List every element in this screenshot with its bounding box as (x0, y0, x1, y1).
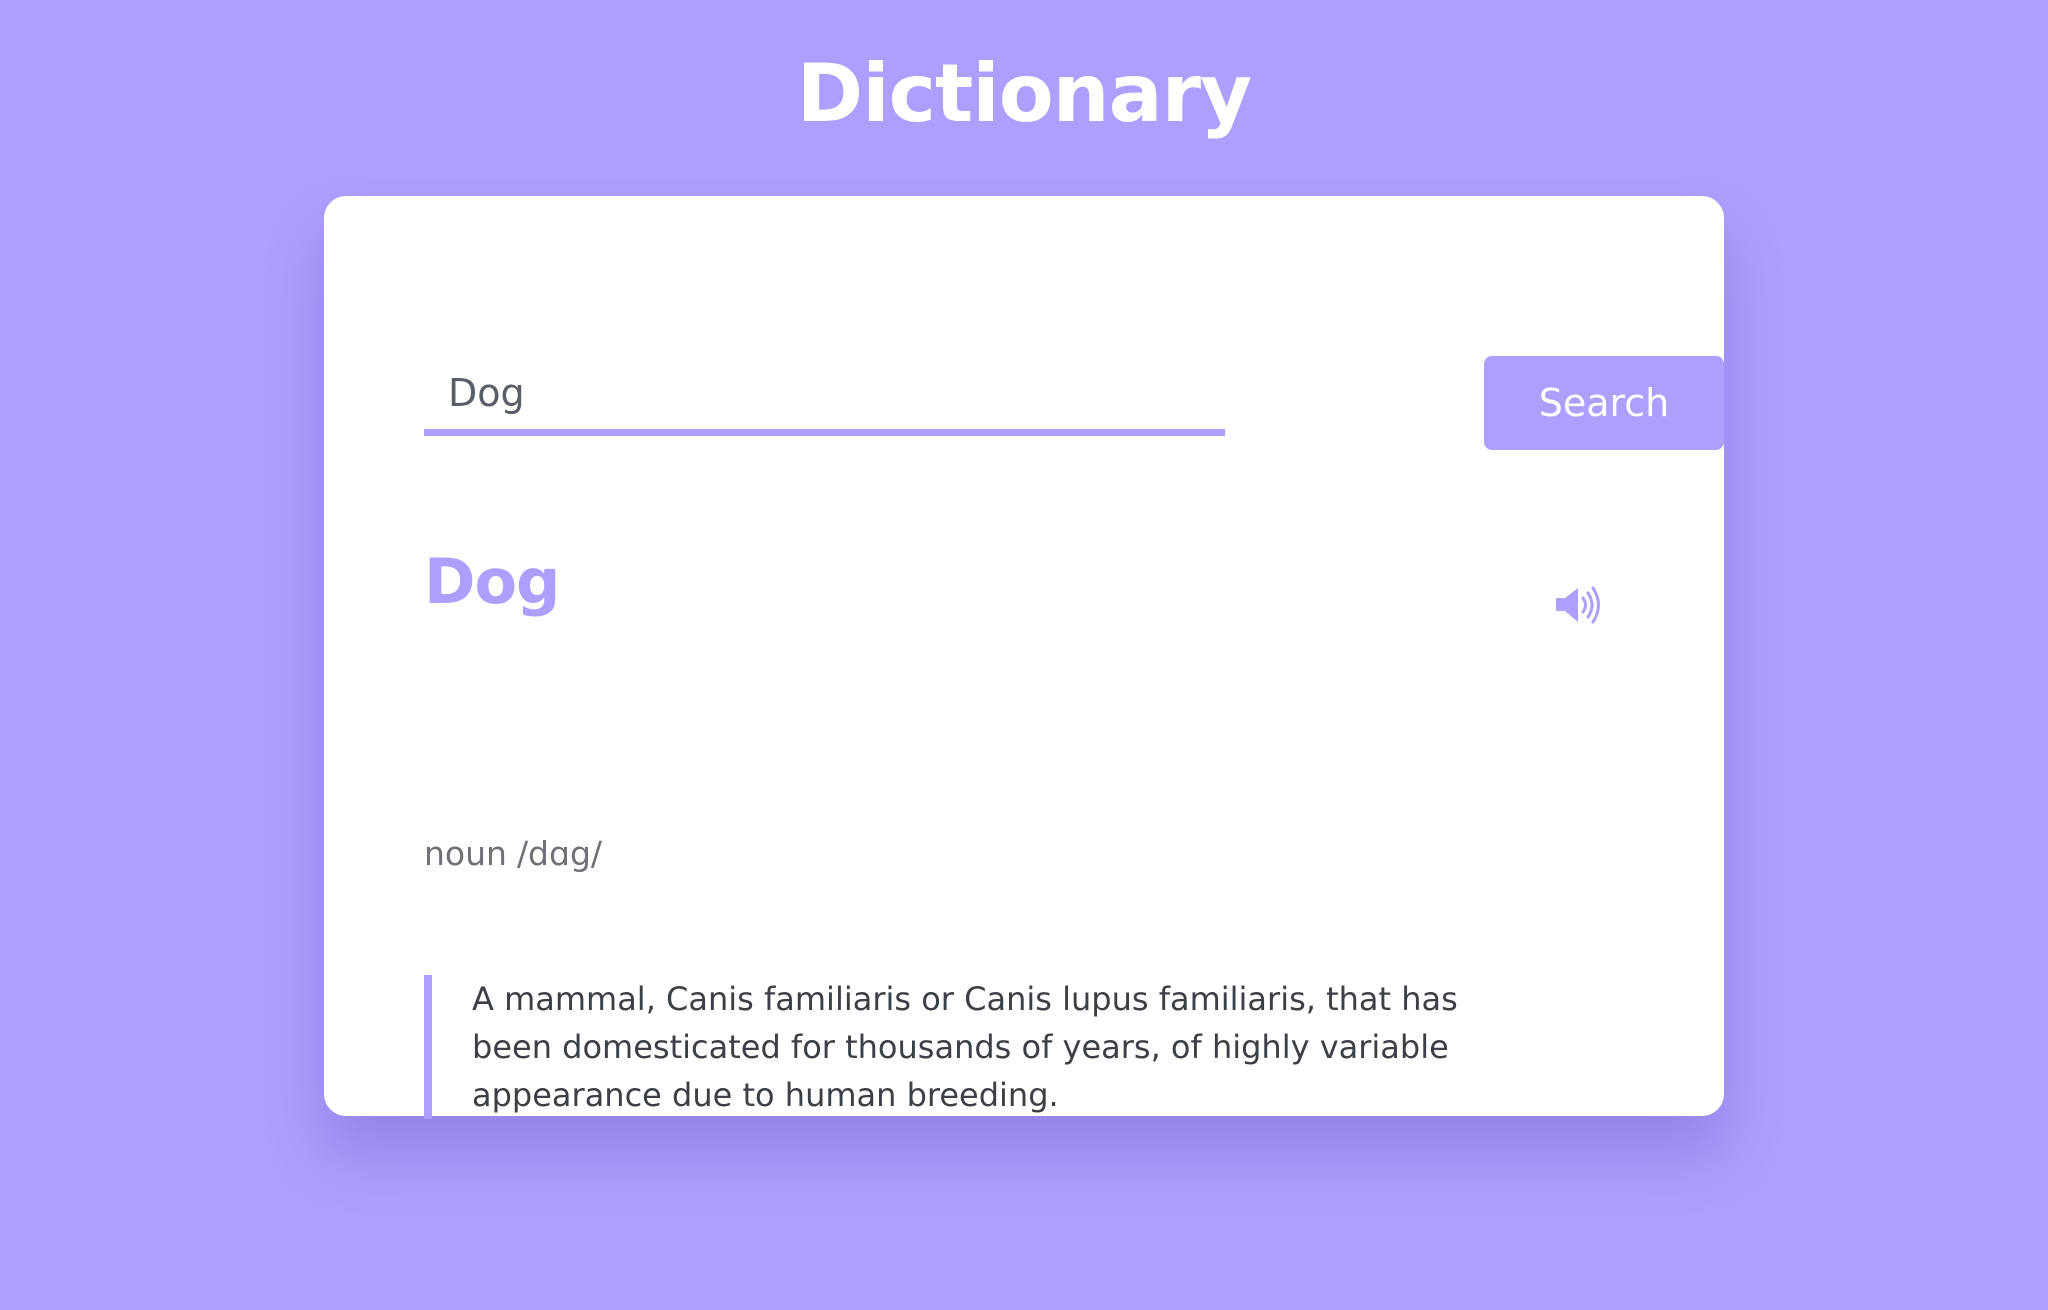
phonetic-text: /dɑg/ (516, 834, 603, 873)
search-form: Search (424, 356, 1724, 452)
play-pronunciation-button[interactable] (1554, 582, 1606, 628)
dictionary-card: Search Dog noun/dɑg/ A mammal, Canis fam… (324, 196, 1724, 1119)
part-of-speech: noun (424, 834, 507, 873)
app-title: Dictionary (796, 47, 1252, 140)
search-button[interactable]: Search (1484, 356, 1724, 450)
volume-up-icon (1556, 586, 1600, 624)
search-input[interactable] (424, 356, 1225, 436)
word-details: noun/dɑg/ (424, 832, 612, 876)
word-title: Dog (424, 545, 560, 618)
word-header: Dog (424, 542, 1624, 632)
definition-text: A mammal, Canis familiaris or Canis lupu… (424, 975, 1524, 1119)
